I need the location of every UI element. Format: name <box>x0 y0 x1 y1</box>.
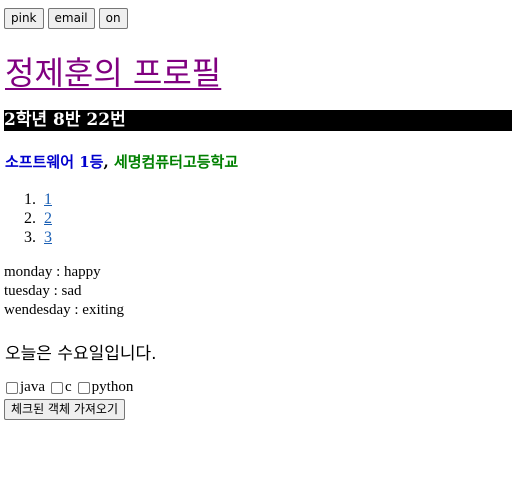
awards-line: 소프트웨어 1등, 세명컴퓨터고등학교 <box>5 151 238 172</box>
list-item: 2. 2 <box>24 209 52 228</box>
mood-wednesday: wendesday : exiting <box>4 302 124 318</box>
on-button[interactable]: on <box>98 8 128 29</box>
java-option[interactable]: java <box>6 379 45 396</box>
list-number: 3. <box>24 229 36 246</box>
c-option[interactable]: c <box>50 379 72 396</box>
python-checkbox[interactable] <box>77 381 90 394</box>
today-text: 오늘은 수요일입니다. <box>5 344 157 364</box>
list-item: 1. 1 <box>24 190 52 209</box>
java-label: java <box>20 379 45 395</box>
list-number: 1. <box>24 191 36 208</box>
python-option[interactable]: python <box>77 379 134 396</box>
class-info-bar: 2학년 8반 22번 <box>4 110 512 131</box>
get-checked-button[interactable]: 체크된 객체 가져오기 <box>4 399 125 420</box>
c-checkbox[interactable] <box>50 381 63 394</box>
mood-monday: monday : happy <box>4 264 101 280</box>
link-3[interactable]: 3 <box>44 228 52 247</box>
email-button[interactable]: email <box>47 8 95 29</box>
link-2[interactable]: 2 <box>44 209 52 228</box>
language-checkboxes: java c python <box>6 379 133 396</box>
mood-tuesday: tuesday : sad <box>4 283 82 299</box>
award-school: 세명컴퓨터고등학교 <box>113 153 239 171</box>
award-software: 소프트웨어 1등 <box>5 153 104 171</box>
pink-button[interactable]: pink <box>4 8 44 29</box>
mood-list: monday : happy tuesday : sad wendesday :… <box>4 263 124 320</box>
award-separator: , <box>103 153 109 171</box>
list-number: 2. <box>24 210 36 227</box>
c-label: c <box>64 379 72 395</box>
list-item: 3. 3 <box>24 228 52 247</box>
numbered-link-list: 1. 1 2. 2 3. 3 <box>24 190 52 247</box>
python-label: python <box>91 379 134 395</box>
page-title[interactable]: 정제훈의 프로필 <box>5 48 221 94</box>
link-1[interactable]: 1 <box>44 190 52 209</box>
top-button-row: pink email on <box>4 8 128 29</box>
java-checkbox[interactable] <box>6 381 18 394</box>
